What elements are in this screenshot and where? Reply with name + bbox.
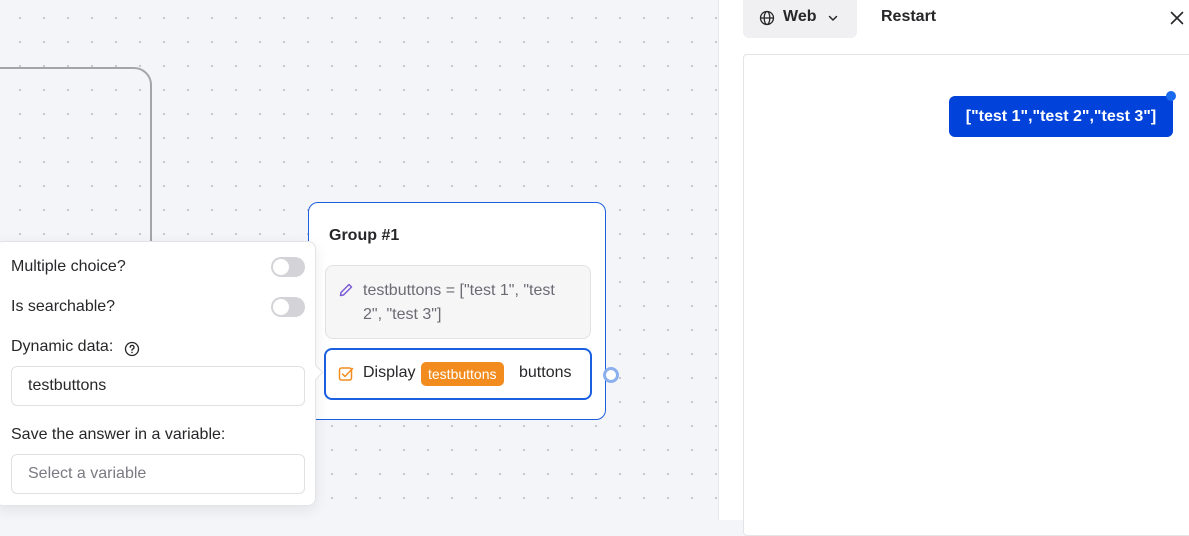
restart-button[interactable]: Restart — [881, 8, 936, 26]
message-bubble: ["test 1","test 2","test 3"] — [949, 96, 1173, 137]
help-icon[interactable] — [124, 341, 140, 357]
group-title[interactable]: Group #1 — [329, 227, 399, 245]
group-card[interactable]: Group #1 testbuttons = ["test 1", "test … — [308, 202, 606, 420]
buttons-block-prefix: Display — [363, 364, 416, 381]
block-output-endpoint[interactable] — [603, 367, 619, 383]
variable-select-input[interactable] — [11, 454, 305, 494]
buttons-block-suffix: buttons — [519, 364, 572, 381]
buttons-settings-popover: Multiple choice? Is searchable? Dynamic … — [0, 241, 324, 506]
buttons-input-block[interactable]: Display testbuttons buttons — [324, 348, 592, 400]
set-variable-text: testbuttons = ["test 1", "test 2", "test… — [363, 282, 555, 323]
set-variable-block[interactable]: testbuttons = ["test 1", "test 2", "test… — [325, 265, 591, 339]
chevron-down-icon — [828, 15, 838, 21]
runtime-label: Web — [783, 8, 817, 25]
close-icon[interactable] — [1169, 10, 1185, 26]
searchable-toggle[interactable] — [271, 297, 305, 317]
multiple-choice-toggle[interactable] — [271, 257, 305, 277]
runtime-select-button[interactable]: Web — [743, 0, 857, 38]
pencil-icon — [339, 283, 353, 297]
preview-panel: Web Restart ["test 1","test 2","test 3"] — [718, 0, 1189, 536]
dynamic-data-label: Dynamic data: — [11, 338, 114, 355]
chat-preview: ["test 1","test 2","test 3"] — [743, 54, 1189, 536]
globe-icon — [759, 10, 775, 26]
multiple-choice-label: Multiple choice? — [11, 258, 126, 275]
variable-tag: testbuttons — [421, 362, 504, 386]
save-variable-label: Save the answer in a variable: — [11, 426, 226, 443]
dynamic-data-input[interactable] — [11, 366, 305, 406]
bubble-indicator-dot — [1166, 91, 1176, 101]
flow-canvas[interactable]: Group #1 testbuttons = ["test 1", "test … — [0, 0, 718, 520]
searchable-label: Is searchable? — [11, 298, 116, 315]
checkbox-icon — [338, 367, 354, 381]
